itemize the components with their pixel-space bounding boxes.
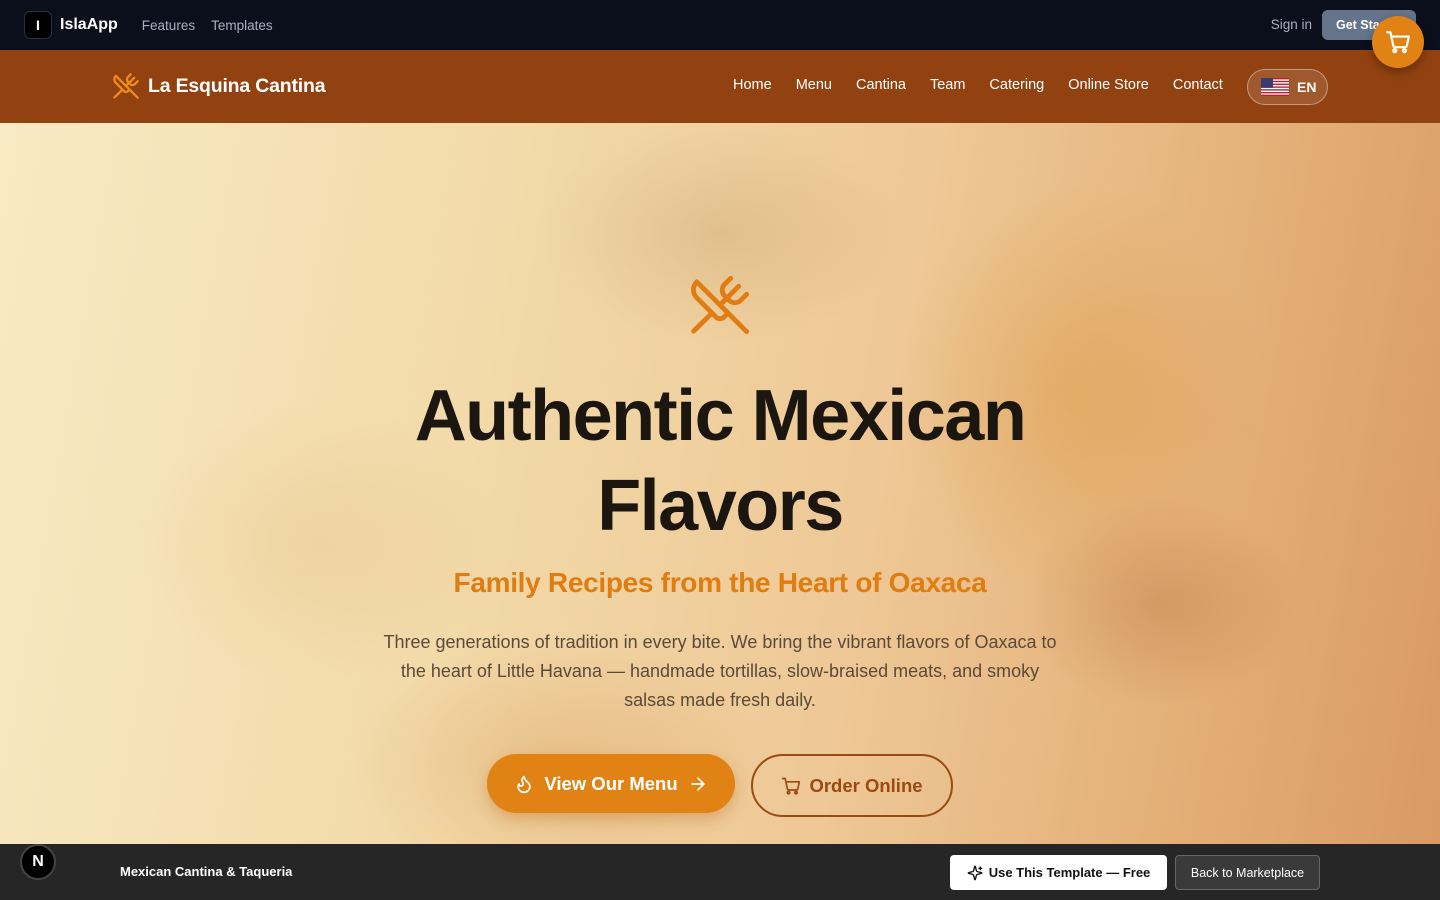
nav-cantina[interactable]: Cantina <box>856 77 906 93</box>
shopping-cart-icon <box>782 777 801 795</box>
nav-home[interactable]: Home <box>733 77 772 93</box>
site-nav: Home Menu Cantina Team Catering Online S… <box>733 77 1223 93</box>
template-title: Mexican Cantina & Taqueria <box>120 864 293 879</box>
use-template-button[interactable]: Use This Template — Free <box>950 855 1167 890</box>
flame-icon <box>517 775 532 793</box>
view-menu-button[interactable]: View Our Menu <box>487 754 735 813</box>
view-menu-label: View Our Menu <box>544 772 678 794</box>
us-flag-icon <box>1261 78 1289 96</box>
hero-description: Three generations of tradition in every … <box>383 632 1057 710</box>
cart-button[interactable] <box>1372 16 1424 68</box>
hero-subtitle: Family Recipes from the Heart of Oaxaca <box>453 567 987 598</box>
hero-title: Authentic Mexican Flavors <box>414 376 1027 546</box>
arrow-right-icon <box>690 776 705 791</box>
platform-nav-features[interactable]: Features <box>142 18 195 33</box>
order-online-label: Order Online <box>809 774 923 796</box>
back-to-marketplace-label: Back to Marketplace <box>1190 865 1305 880</box>
dev-tools-badge[interactable]: N <box>20 844 56 880</box>
site-logo[interactable]: La Esquina Cantina <box>112 72 326 100</box>
use-template-label: Use This Template — Free <box>988 865 1151 880</box>
hero-section: Authentic Mexican Flavors Family Recipes… <box>0 123 1440 844</box>
site-header: La Esquina Cantina Home Menu Cantina Tea… <box>0 50 1440 123</box>
language-selector[interactable]: EN <box>1247 69 1328 105</box>
platform-logo[interactable]: I <box>24 11 52 39</box>
marketplace-bar: Mexican Cantina & Taqueria Use This Temp… <box>0 844 1440 900</box>
platform-topbar: I IslaApp Features Templates Sign in Get… <box>0 0 1440 50</box>
back-to-marketplace-button[interactable]: Back to Marketplace <box>1175 855 1320 890</box>
utensils-crossed-icon <box>113 73 139 99</box>
nav-catering[interactable]: Catering <box>989 77 1044 93</box>
sparkles-icon <box>967 865 983 880</box>
language-code: EN <box>1297 79 1317 95</box>
platform-brand-name[interactable]: IslaApp <box>60 16 118 34</box>
order-online-button[interactable]: Order Online <box>751 754 953 817</box>
shopping-cart-icon <box>1386 31 1410 54</box>
platform-nav: Features Templates <box>142 18 273 33</box>
nav-online-store[interactable]: Online Store <box>1068 77 1149 93</box>
site-name: La Esquina Cantina <box>148 74 326 97</box>
nav-menu[interactable]: Menu <box>796 77 832 93</box>
nav-team[interactable]: Team <box>930 77 965 93</box>
platform-nav-templates[interactable]: Templates <box>211 18 273 33</box>
utensils-crossed-icon <box>691 275 750 335</box>
signin-link[interactable]: Sign in <box>1271 17 1312 32</box>
nav-contact[interactable]: Contact <box>1173 77 1223 93</box>
